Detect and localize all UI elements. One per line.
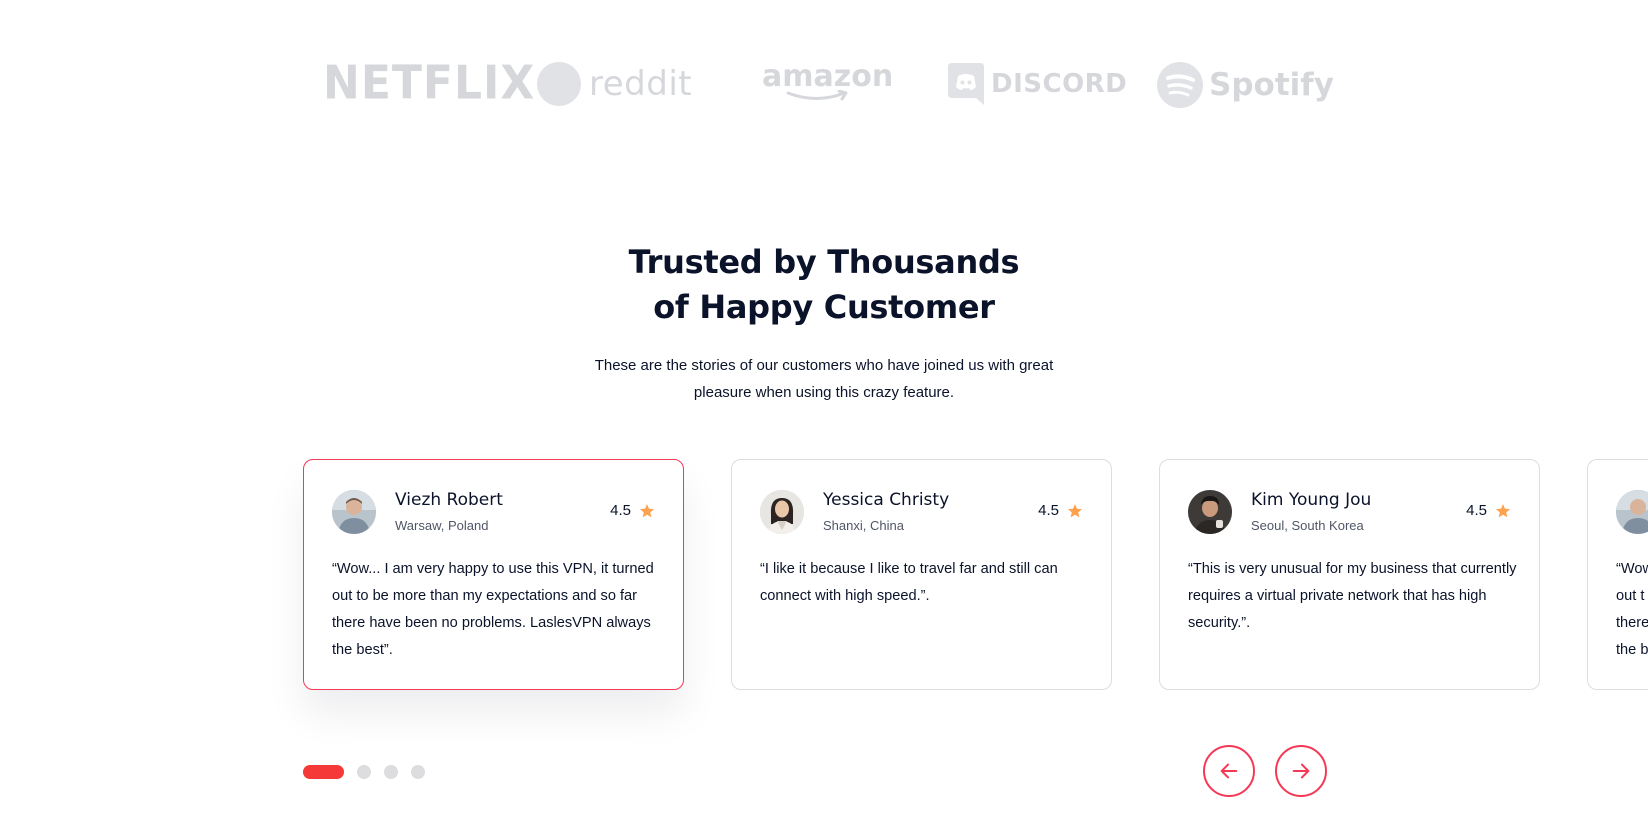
rating: 4.5 bbox=[1466, 502, 1511, 519]
prev-button[interactable] bbox=[1203, 745, 1255, 797]
reddit-logo: reddit bbox=[537, 62, 692, 106]
testimonial-card-partial[interactable]: “Wow out t there the b bbox=[1587, 459, 1648, 690]
testimonials-page: NETFLIX reddit amazon DISCORD Spotify Tr… bbox=[0, 0, 1648, 832]
discord-icon bbox=[948, 63, 984, 105]
customer-location: Warsaw, Poland bbox=[395, 518, 489, 533]
customer-location: Seoul, South Korea bbox=[1251, 518, 1364, 533]
next-button[interactable] bbox=[1275, 745, 1327, 797]
quote-line: “Wow bbox=[1616, 561, 1648, 577]
arrow-right-icon bbox=[1292, 763, 1310, 779]
quote-line: the b bbox=[1616, 642, 1648, 658]
amazon-logo: amazon bbox=[762, 59, 894, 102]
pagination-dot[interactable] bbox=[384, 765, 398, 779]
pagination-dot[interactable] bbox=[357, 765, 371, 779]
avatar bbox=[332, 490, 376, 534]
testimonial-quote-partial: “Wow out t there the b bbox=[1616, 556, 1648, 664]
rating-value: 4.5 bbox=[1466, 502, 1487, 519]
spotify-logo: Spotify bbox=[1157, 62, 1334, 108]
testimonial-quote: “I like it because I like to travel far … bbox=[760, 561, 1058, 604]
testimonial-quote: “Wow... I am very happy to use this VPN,… bbox=[332, 561, 654, 658]
discord-logo-text: DISCORD bbox=[991, 69, 1128, 99]
section-title-line-2: of Happy Customer bbox=[653, 288, 995, 326]
carousel-pagination bbox=[303, 765, 425, 779]
avatar bbox=[1188, 490, 1232, 534]
netflix-logo-text: NETFLIX bbox=[323, 56, 536, 111]
section-title-line-1: Trusted by Thousands bbox=[628, 243, 1020, 281]
section-title: Trusted by Thousands of Happy Customer bbox=[524, 240, 1124, 330]
reddit-logo-text: reddit bbox=[589, 64, 693, 104]
arrow-left-icon bbox=[1220, 763, 1238, 779]
reddit-icon bbox=[537, 62, 581, 106]
rating: 4.5 bbox=[610, 502, 655, 519]
customer-name: Yessica Christy bbox=[823, 490, 950, 510]
star-icon bbox=[1067, 503, 1083, 517]
section-subtitle: These are the stories of our customers w… bbox=[594, 357, 1054, 401]
pagination-dot-active[interactable] bbox=[303, 765, 344, 779]
quote-line: there bbox=[1616, 615, 1648, 631]
testimonial-card[interactable]: Yessica Christy Shanxi, China 4.5 “I lik… bbox=[731, 459, 1112, 690]
customer-name: Viezh Robert bbox=[395, 490, 503, 510]
spotify-logo-text: Spotify bbox=[1209, 67, 1334, 103]
discord-logo: DISCORD bbox=[948, 63, 1127, 105]
testimonial-card[interactable]: Kim Young Jou Seoul, South Korea 4.5 “Th… bbox=[1159, 459, 1540, 690]
amazon-logo-text: amazon bbox=[762, 59, 894, 94]
rating-value: 4.5 bbox=[1038, 502, 1059, 519]
testimonial-quote: “This is very unusual for my business th… bbox=[1188, 561, 1517, 631]
customer-location: Shanxi, China bbox=[823, 518, 904, 533]
netflix-logo: NETFLIX bbox=[323, 57, 535, 111]
star-icon bbox=[639, 503, 655, 517]
rating-value: 4.5 bbox=[610, 502, 631, 519]
avatar bbox=[1616, 490, 1648, 534]
testimonial-card[interactable]: Viezh Robert Warsaw, Poland 4.5 “Wow... … bbox=[303, 459, 684, 690]
avatar bbox=[760, 490, 804, 534]
star-icon bbox=[1495, 503, 1511, 517]
quote-line: out t bbox=[1616, 588, 1645, 604]
spotify-icon bbox=[1157, 62, 1203, 108]
customer-name: Kim Young Jou bbox=[1251, 490, 1372, 510]
rating: 4.5 bbox=[1038, 502, 1083, 519]
pagination-dot[interactable] bbox=[411, 765, 425, 779]
